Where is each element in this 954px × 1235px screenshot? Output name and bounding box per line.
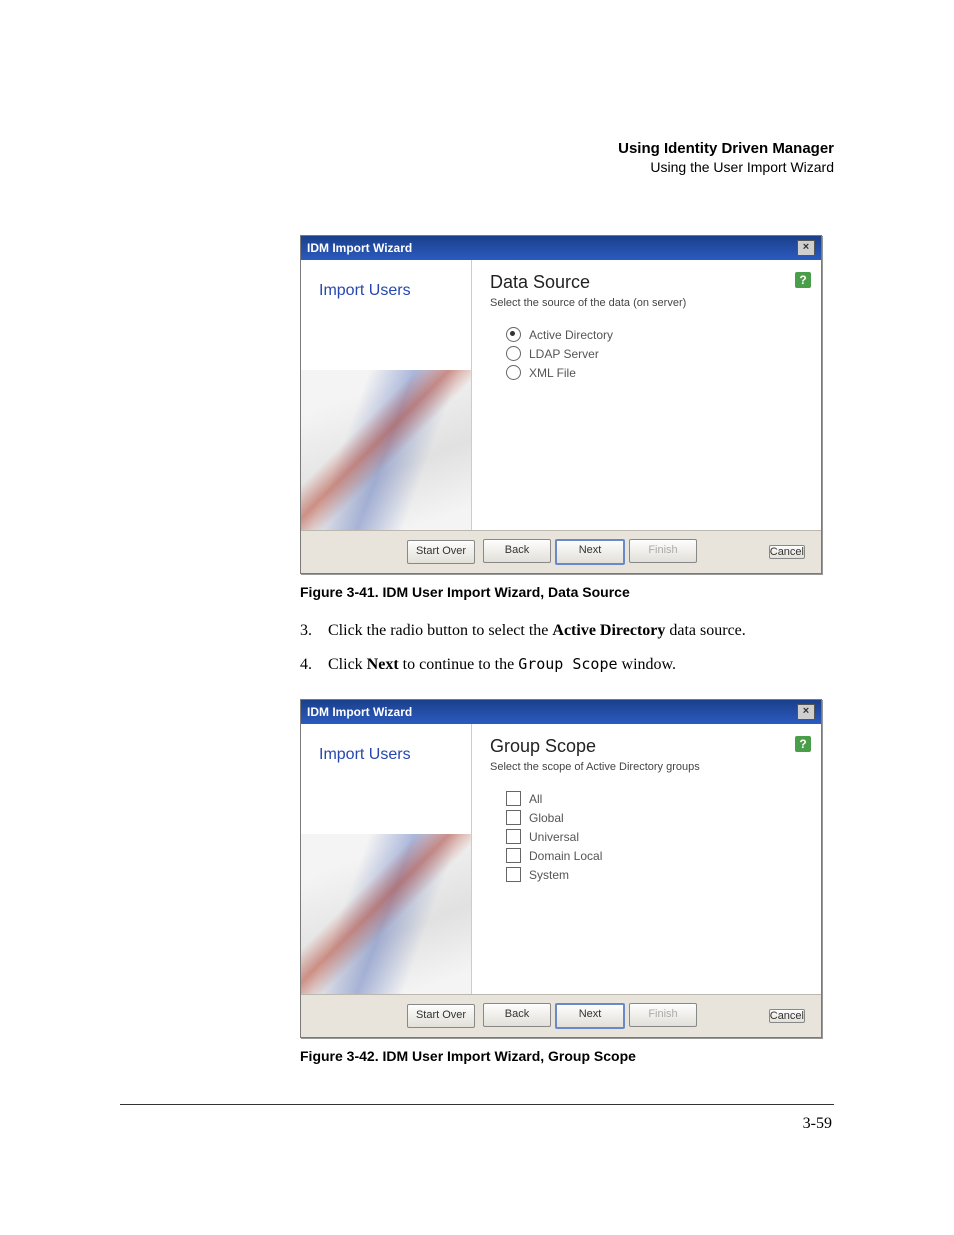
radio-icon bbox=[506, 346, 521, 361]
next-button[interactable]: Next bbox=[555, 539, 625, 565]
close-icon[interactable]: × bbox=[797, 704, 815, 720]
help-icon[interactable]: ? bbox=[795, 736, 811, 752]
checkbox-universal[interactable]: Universal bbox=[506, 829, 807, 844]
dialog-group-scope: IDM Import Wizard × Import Users ? Group… bbox=[300, 699, 822, 1038]
checkbox-icon bbox=[506, 848, 521, 863]
dialog1-sidebar-label: Import Users bbox=[301, 260, 471, 310]
dialog2-sidebar-label: Import Users bbox=[301, 724, 471, 774]
radio-active-directory[interactable]: Active Directory bbox=[506, 327, 807, 342]
start-over-button[interactable]: Start Over bbox=[407, 540, 475, 564]
page-number: 3-59 bbox=[120, 1115, 834, 1133]
checkbox-label: Universal bbox=[529, 830, 579, 844]
radio-xml-file[interactable]: XML File bbox=[506, 365, 807, 380]
checkbox-icon bbox=[506, 829, 521, 844]
start-over-button[interactable]: Start Over bbox=[407, 1004, 475, 1028]
dialog2-page-desc: Select the scope of Active Directory gro… bbox=[490, 761, 807, 773]
cancel-button[interactable]: Cancel bbox=[769, 545, 805, 559]
checkbox-label: Domain Local bbox=[529, 849, 602, 863]
instruction-step-3: 3. Click the radio button to select the … bbox=[300, 620, 834, 642]
radio-label: Active Directory bbox=[529, 328, 613, 342]
radio-label: XML File bbox=[529, 366, 576, 380]
figure-caption-2: Figure 3-42. IDM User Import Wizard, Gro… bbox=[300, 1048, 834, 1064]
radio-icon bbox=[506, 365, 521, 380]
close-icon[interactable]: × bbox=[797, 240, 815, 256]
dialog1-page-desc: Select the source of the data (on server… bbox=[490, 297, 807, 309]
page-header: Using Identity Driven Manager Using the … bbox=[120, 140, 834, 175]
radio-label: LDAP Server bbox=[529, 347, 599, 361]
checkbox-global[interactable]: Global bbox=[506, 810, 807, 825]
figure-caption-1: Figure 3-41. IDM User Import Wizard, Dat… bbox=[300, 584, 834, 600]
back-button[interactable]: Back bbox=[483, 539, 551, 563]
dialog2-title: IDM Import Wizard bbox=[307, 705, 412, 719]
dialog1-title: IDM Import Wizard bbox=[307, 241, 412, 255]
next-button[interactable]: Next bbox=[555, 1003, 625, 1029]
dialog1-titlebar: IDM Import Wizard × bbox=[301, 236, 821, 260]
checkbox-domain-local[interactable]: Domain Local bbox=[506, 848, 807, 863]
finish-button: Finish bbox=[629, 539, 697, 563]
checkbox-label: Global bbox=[529, 811, 564, 825]
checkbox-all[interactable]: All bbox=[506, 791, 807, 806]
dialog2-page-title: Group Scope bbox=[490, 736, 807, 757]
sidebar-graphic bbox=[301, 370, 471, 530]
instruction-step-4: 4. Click Next to continue to the Group S… bbox=[300, 654, 834, 676]
radio-icon bbox=[506, 327, 521, 342]
help-icon[interactable]: ? bbox=[795, 272, 811, 288]
step-number: 3. bbox=[300, 620, 328, 642]
dialog1-sidebar: Import Users bbox=[301, 260, 472, 530]
step-number: 4. bbox=[300, 654, 328, 676]
checkbox-icon bbox=[506, 867, 521, 882]
dialog2-sidebar: Import Users bbox=[301, 724, 472, 994]
checkbox-icon bbox=[506, 810, 521, 825]
dialog1-button-bar: Start Over Back Next Finish Cancel bbox=[301, 530, 821, 573]
dialog2-button-bar: Start Over Back Next Finish Cancel bbox=[301, 994, 821, 1037]
checkbox-icon bbox=[506, 791, 521, 806]
sidebar-graphic bbox=[301, 834, 471, 994]
checkbox-label: System bbox=[529, 868, 569, 882]
finish-button: Finish bbox=[629, 1003, 697, 1027]
header-title: Using Identity Driven Manager bbox=[120, 140, 834, 157]
dialog-data-source: IDM Import Wizard × Import Users ? Data … bbox=[300, 235, 822, 574]
dialog1-page-title: Data Source bbox=[490, 272, 807, 293]
header-subtitle: Using the User Import Wizard bbox=[120, 159, 834, 175]
cancel-button[interactable]: Cancel bbox=[769, 1009, 805, 1023]
back-button[interactable]: Back bbox=[483, 1003, 551, 1027]
checkbox-label: All bbox=[529, 792, 542, 806]
radio-ldap-server[interactable]: LDAP Server bbox=[506, 346, 807, 361]
dialog2-titlebar: IDM Import Wizard × bbox=[301, 700, 821, 724]
checkbox-system[interactable]: System bbox=[506, 867, 807, 882]
footer-rule bbox=[120, 1104, 834, 1105]
